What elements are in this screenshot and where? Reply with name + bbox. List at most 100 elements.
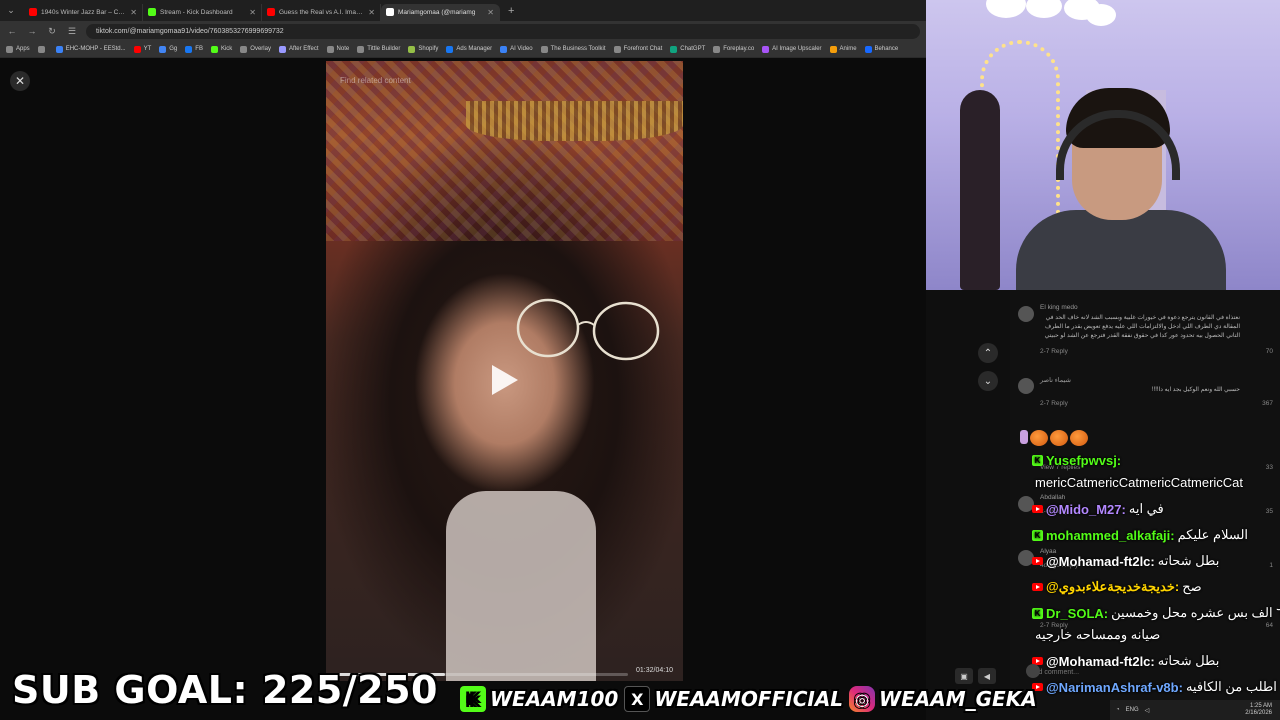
comment-username[interactable]: El king medo	[1040, 304, 1078, 311]
social-handle: X WEAAMOFFICIAL	[624, 686, 843, 712]
bookmark-item[interactable]: Gg	[159, 45, 178, 53]
bookmark-icon	[613, 45, 621, 53]
streamer-body	[1016, 210, 1226, 290]
tab-search-icon[interactable]: ⌄	[4, 4, 18, 18]
volume-icon[interactable]: ◀	[978, 668, 996, 684]
wifi-icon[interactable]: ◔	[1116, 707, 1120, 713]
url-field[interactable]: tiktok.com/@mariamgomaa91/video/76038532…	[86, 23, 920, 39]
bookmark-item[interactable]: YT	[133, 45, 152, 53]
close-video-button[interactable]: ✕	[10, 71, 30, 91]
ceiling-light	[986, 0, 1026, 18]
bookmark-icon	[133, 45, 141, 53]
chat-username: Yusefpwvsj:	[1046, 453, 1122, 468]
comment-item: El king medo نعتذاة في القانون يترجع دعوة…	[1018, 304, 1273, 355]
chat-text: صح	[1182, 579, 1202, 594]
comment-text: نعتذاة في القانون يترجع دعوة في خيورات غ…	[1044, 315, 1240, 339]
system-tray: ◔ ENG ◁ 1:25 AM 2/16/2026	[1110, 700, 1280, 720]
comment-likes[interactable]: 367	[1262, 400, 1273, 407]
comment-item: شيماء ناصر حسبي الله ونعم الوكيل بجد ايه …	[1018, 376, 1273, 426]
comment-likes[interactable]: 70	[1266, 348, 1273, 355]
bookmark-label: Shopify	[418, 46, 439, 52]
bookmark-icon	[762, 45, 770, 53]
language-indicator[interactable]: ENG	[1126, 707, 1139, 713]
avatar[interactable]	[1018, 306, 1034, 322]
chat-message: K Yusefpwvsj:	[1032, 453, 1280, 468]
bookmark-item[interactable]: Overlay	[240, 45, 271, 53]
new-tab-button[interactable]: +	[508, 5, 514, 17]
comment-meta[interactable]: 2-7 Reply	[1040, 348, 1068, 355]
bookmark-item[interactable]: AI Image Upscaler	[762, 45, 822, 53]
bookmark-item[interactable]: Tittle Builder	[357, 45, 400, 53]
bookmark-label: Gg	[169, 46, 178, 52]
comment-text: حسبي الله ونعم الوكيل بجد ايه دا!!!!	[1151, 387, 1240, 393]
forward-icon[interactable]: →	[26, 26, 38, 36]
volume-tray-icon[interactable]: ◁	[1145, 707, 1150, 714]
play-icon[interactable]	[492, 365, 518, 395]
bookmark-item[interactable]: Apps	[6, 45, 30, 53]
browser-tab[interactable]: Guess the Real vs A.I. Image! Fi ✕	[262, 3, 381, 21]
address-bar-row: ← → ↻ ☰ tiktok.com/@mariamgomaa91/video/…	[0, 21, 926, 41]
room-figure	[960, 90, 1000, 290]
related-content-search[interactable]: Find related content	[340, 76, 411, 85]
youtube-icon	[29, 8, 37, 16]
video-subject-glasses	[516, 298, 660, 361]
bookmark-icon	[500, 45, 508, 53]
site-info-icon[interactable]: ☰	[66, 26, 78, 37]
avatar[interactable]	[1018, 378, 1034, 394]
bookmark-label: Overlay	[250, 46, 271, 52]
bookmark-item[interactable]: EHC-MOHP - EEStd...	[55, 45, 126, 53]
bookmark-icon	[540, 45, 548, 53]
close-tab-icon[interactable]: ✕	[487, 8, 494, 17]
bookmark-icon	[408, 45, 416, 53]
bookmark-item[interactable]: Note	[326, 45, 349, 53]
clock-time: 1:25 AM	[1249, 703, 1272, 709]
pip-icon[interactable]: ▣	[955, 668, 973, 684]
bookmark-item[interactable]: The Business Toolkit	[540, 45, 606, 53]
chat-text: اطلب من الكافيه	[1185, 679, 1277, 694]
bookmark-label: ChatGPT	[680, 46, 706, 52]
next-video-button[interactable]: ⌄	[978, 371, 998, 391]
bookmark-label: Ads Manager	[456, 46, 493, 52]
close-tab-icon[interactable]: ✕	[249, 8, 256, 17]
bookmarks-bar: Apps EHC-MOHP - EEStd... YT Gg FB Kick Overlay…	[0, 41, 926, 58]
bookmark-label: The Business Toolkit	[550, 46, 606, 52]
social-handle: K WEAAM100	[460, 686, 618, 712]
bookmark-item[interactable]: Anime	[829, 45, 857, 53]
video-player[interactable]: Find related content 01:32/04:10	[326, 61, 683, 681]
bookmark-item[interactable]: FB	[185, 45, 203, 53]
close-tab-icon[interactable]: ✕	[130, 8, 137, 17]
bookmark-item[interactable]: Ads Manager	[446, 45, 493, 53]
chat-text: صيانه وممساحه خارجيه	[1035, 627, 1161, 642]
bookmark-label: YT	[143, 46, 152, 52]
bookmark-icon	[37, 45, 45, 53]
close-tab-icon[interactable]: ✕	[368, 8, 375, 17]
bookmark-item[interactable]: Behance	[864, 45, 898, 53]
bookmark-item[interactable]: After Effect	[278, 45, 319, 53]
bookmark-item[interactable]: Shopify	[408, 45, 439, 53]
bookmark-item[interactable]	[37, 45, 48, 53]
chat-text: ٦٠ الف بس عشره محل وخمسين	[1111, 605, 1280, 620]
stream-chat-overlay: K Yusefpwvsj: mericCatmericCatmericCatmeri…	[1020, 425, 1280, 695]
comment-meta[interactable]: 2-7 Reply	[1040, 400, 1068, 407]
bookmark-label: EHC-MOHP - EEStd...	[65, 46, 126, 52]
browser-tab[interactable]: Stream - Kick Dashboard ✕	[143, 3, 262, 21]
bookmark-icon	[210, 45, 218, 53]
browser-tab-bar: ⌄ 1940s Winter Jazz Bar – Cozy V ✕ Stream …	[0, 0, 926, 21]
bookmark-item[interactable]: ChatGPT	[670, 45, 706, 53]
bookmark-item[interactable]: Kick	[210, 45, 232, 53]
bookmark-item[interactable]: Foreplay.co	[713, 45, 754, 53]
social-handle-text: WEAAM100	[490, 687, 619, 711]
comment-username[interactable]: شيماء ناصر	[1040, 376, 1071, 384]
avatar	[1026, 664, 1040, 678]
bookmark-item[interactable]: Forefront Chat	[613, 45, 662, 53]
youtube-icon	[267, 8, 275, 16]
back-icon[interactable]: ←	[6, 26, 18, 36]
bookmark-icon	[446, 45, 454, 53]
chat-username: mohammed_alkafaji:	[1046, 527, 1175, 543]
browser-tab[interactable]: 1940s Winter Jazz Bar – Cozy V ✕	[24, 3, 143, 21]
bookmark-item[interactable]: AI Video	[500, 45, 533, 53]
system-clock[interactable]: 1:25 AM 2/16/2026	[1245, 703, 1272, 717]
reload-icon[interactable]: ↻	[46, 26, 58, 37]
previous-video-button[interactable]: ⌃	[978, 343, 998, 363]
browser-tab[interactable]: Mariamgomaa (@mariamg ✕	[381, 3, 500, 21]
